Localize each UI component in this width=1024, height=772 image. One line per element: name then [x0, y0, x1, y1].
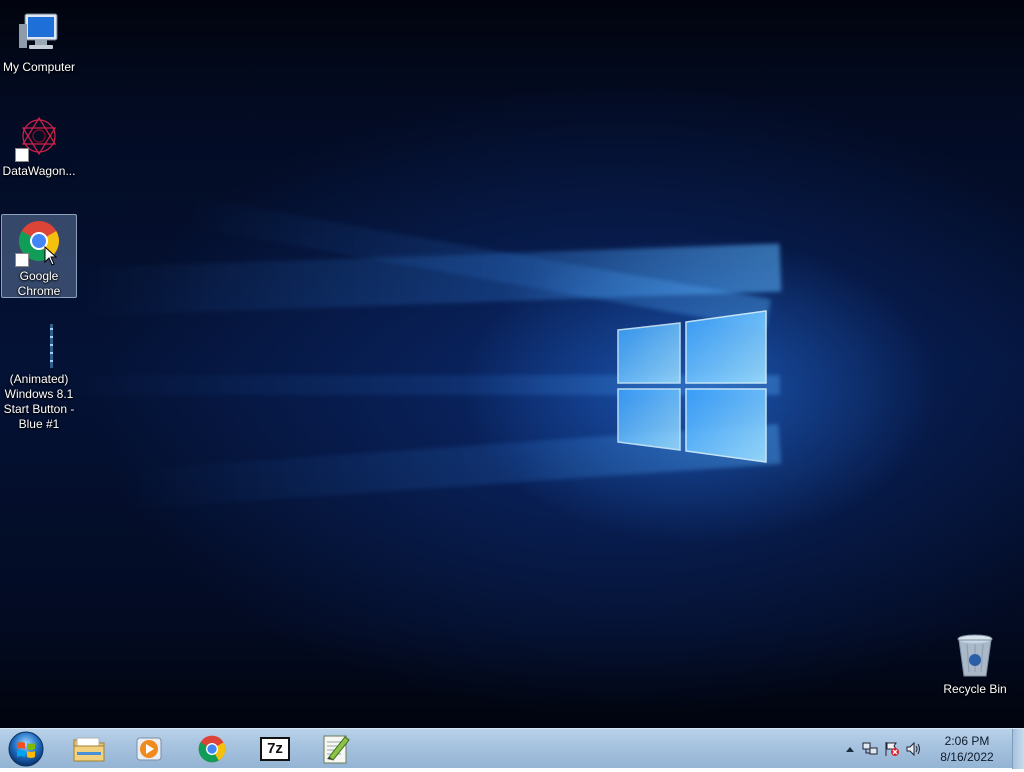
clock-time: 2:06 PM [944, 734, 990, 748]
media-player-icon [136, 737, 162, 760]
taskbar-media-player[interactable] [124, 731, 174, 766]
desktop-icon-google-chrome[interactable]: Google Chrome [1, 214, 77, 298]
shortcut-arrow-icon [15, 148, 29, 162]
taskbar-windows-explorer[interactable] [64, 731, 114, 766]
computer-icon [15, 10, 63, 58]
recycle-bin-icon [951, 632, 999, 680]
taskbar-7zip[interactable]: 7z [250, 731, 300, 766]
system-tray: 2:06 PM 8/16/2022 [834, 729, 1024, 769]
desktop-icon-recycle-bin[interactable]: Recycle Bin [937, 628, 1013, 699]
notepadpp-icon [323, 735, 350, 763]
chrome-icon [198, 735, 226, 762]
clock-date: 8/16/2022 [940, 750, 994, 764]
desktop-icon-label: Google Chrome [17, 269, 61, 298]
taskbar-google-chrome[interactable] [187, 731, 237, 766]
action-center-flag-icon[interactable] [884, 741, 900, 757]
desktop-icon-label: (Animated) Windows 8.1 Start Button - Bl… [3, 372, 75, 431]
7zip-icon: 7z [260, 736, 290, 761]
datawagon-icon [15, 114, 63, 162]
mouse-cursor-icon [44, 246, 58, 266]
taskbar: 7z 2:06 PM 8/16/2022 [0, 728, 1024, 769]
shortcut-arrow-icon [15, 253, 29, 267]
7zip-label: 7z [267, 740, 283, 757]
animated-start-button-icon [15, 322, 63, 370]
start-button[interactable] [4, 730, 48, 767]
desktop-icon-label: My Computer [2, 60, 76, 74]
folder-icon [73, 737, 105, 761]
network-icon[interactable] [862, 741, 878, 757]
windows-start-orb-icon [8, 731, 44, 767]
show-hidden-icons-arrow-icon[interactable] [842, 741, 858, 757]
desktop-icon-label: Recycle Bin [943, 682, 1007, 696]
taskbar-clock[interactable]: 2:06 PM 8/16/2022 [932, 733, 1002, 765]
desktop-icon-my-computer[interactable]: My Computer [1, 6, 77, 77]
show-desktop-button[interactable] [1012, 729, 1024, 769]
desktop-icon-label: DataWagon... [2, 164, 76, 178]
volume-icon[interactable] [906, 741, 922, 757]
windows-logo-wallpaper [617, 310, 767, 463]
desktop-wallpaper[interactable]: My Computer DataWagon... Google Chrome (… [0, 0, 1024, 728]
desktop-icon-animated-start-button[interactable]: (Animated) Windows 8.1 Start Button - Bl… [1, 318, 77, 434]
desktop-icon-datawagon[interactable]: DataWagon... [1, 110, 77, 181]
taskbar-notepadpp[interactable] [311, 731, 361, 766]
